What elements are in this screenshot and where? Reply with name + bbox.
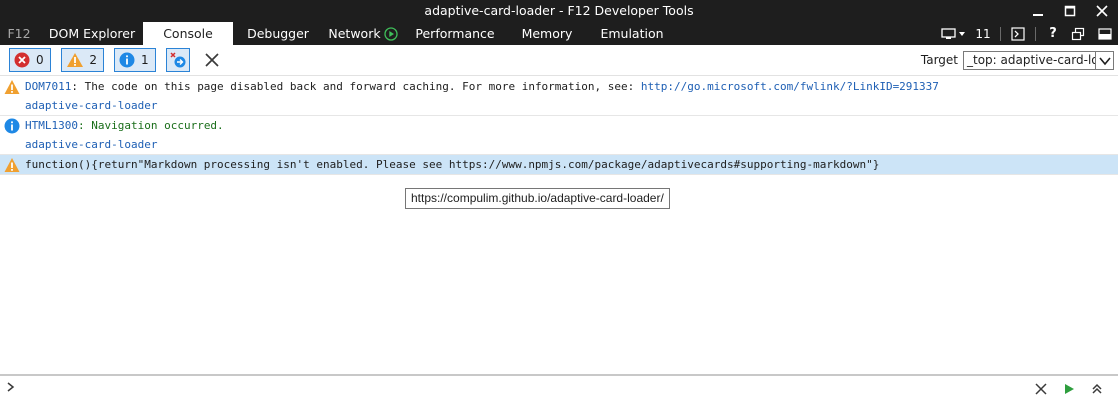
message-source-link[interactable]: adaptive-card-loader xyxy=(25,99,157,112)
target-select-value: _top: adaptive-card-loader xyxy=(967,53,1095,67)
tab-emulation[interactable]: Emulation xyxy=(596,22,668,45)
tab-console[interactable]: Console xyxy=(143,22,233,45)
title-bar: adaptive-card-loader - F12 Developer Too… xyxy=(0,0,1118,22)
target-select[interactable]: _top: adaptive-card-loader xyxy=(963,51,1114,70)
window-title: adaptive-card-loader - F12 Developer Too… xyxy=(424,3,694,18)
console-toolbar: 0 2 1 Target _top: adaptive-card-loader xyxy=(0,45,1118,76)
dock-button[interactable] xyxy=(1092,22,1118,45)
warnings-count: 2 xyxy=(89,53,97,67)
monitor-dropdown-icon xyxy=(941,27,965,39)
help-button[interactable]: ? xyxy=(1042,22,1064,45)
undock-button[interactable] xyxy=(1064,22,1092,45)
console-input-bar xyxy=(0,374,1118,400)
right-toolbar-cluster: 11 ? xyxy=(936,22,1118,45)
minimize-icon xyxy=(1033,14,1043,16)
message-code: DOM7011 xyxy=(25,80,72,93)
clear-x-icon xyxy=(205,53,219,67)
console-prompt-icon xyxy=(1011,26,1025,41)
chevron-down-icon xyxy=(1095,52,1113,69)
clear-x-icon xyxy=(1035,383,1047,395)
tab-network[interactable]: Network xyxy=(322,22,404,45)
minimize-button[interactable] xyxy=(1022,0,1054,22)
chevron-right-icon xyxy=(7,382,15,392)
console-input[interactable] xyxy=(22,378,1012,398)
errors-count: 0 xyxy=(36,53,44,67)
run-button[interactable] xyxy=(1060,380,1078,398)
info-count: 1 xyxy=(141,53,149,67)
info-icon xyxy=(4,118,20,134)
instance-count: 11 xyxy=(975,26,991,41)
target-picker-button[interactable] xyxy=(936,22,972,45)
warnings-filter-button[interactable]: 2 xyxy=(61,48,104,72)
warning-icon xyxy=(4,80,20,94)
console-message-selected[interactable]: function(){return"Markdown processing is… xyxy=(0,155,1118,175)
console-pane-button[interactable] xyxy=(1007,22,1029,45)
close-icon xyxy=(1096,5,1108,17)
dock-bottom-icon xyxy=(1098,27,1112,40)
play-circle-icon xyxy=(383,26,398,41)
tab-performance[interactable]: Performance xyxy=(412,22,498,45)
info-icon xyxy=(119,52,135,68)
info-filter-button[interactable]: 1 xyxy=(114,48,156,72)
tab-memory[interactable]: Memory xyxy=(516,22,578,45)
close-window-button[interactable] xyxy=(1086,0,1118,22)
separator xyxy=(1035,26,1036,41)
clear-on-navigate-icon xyxy=(170,52,186,68)
tab-dom-explorer[interactable]: DOM Explorer xyxy=(42,22,142,45)
run-play-icon xyxy=(1065,384,1074,394)
maximize-icon xyxy=(1064,5,1076,17)
console-output[interactable]: DOM7011: The code on this page disabled … xyxy=(0,77,1118,374)
double-chevron-up-icon xyxy=(1092,383,1102,394)
separator xyxy=(1000,26,1001,41)
message-link[interactable]: http://go.microsoft.com/fwlink/?LinkID=2… xyxy=(641,80,939,93)
error-icon xyxy=(14,52,30,68)
warning-icon xyxy=(67,53,83,67)
target-label: Target xyxy=(920,53,958,67)
undock-icon xyxy=(1071,27,1085,40)
message-text: function(){return"Markdown processing is… xyxy=(25,158,880,171)
tab-debugger[interactable]: Debugger xyxy=(240,22,316,45)
message-code: HTML1300 xyxy=(25,119,78,132)
console-message[interactable]: DOM7011: The code on this page disabled … xyxy=(0,77,1118,116)
maximize-button[interactable] xyxy=(1054,0,1086,22)
clear-on-navigate-toggle[interactable] xyxy=(166,48,190,72)
link-tooltip: https://compulim.github.io/adaptive-card… xyxy=(405,188,670,209)
message-source-link[interactable]: adaptive-card-loader xyxy=(25,138,157,151)
message-text: : Navigation occurred. xyxy=(77,119,224,132)
tab-f12[interactable]: F12 xyxy=(4,22,34,45)
clear-console-button[interactable] xyxy=(200,48,224,72)
window-controls xyxy=(1022,0,1118,22)
tab-network-label: Network xyxy=(328,26,381,41)
expand-multiline-button[interactable] xyxy=(1088,380,1106,398)
console-message[interactable]: HTML1300: Navigation occurred. adaptive-… xyxy=(0,116,1118,155)
message-text: : The code on this page disabled back an… xyxy=(71,80,641,93)
errors-filter-button[interactable]: 0 xyxy=(9,48,51,72)
clear-input-button[interactable] xyxy=(1032,380,1050,398)
warning-icon xyxy=(4,158,20,172)
